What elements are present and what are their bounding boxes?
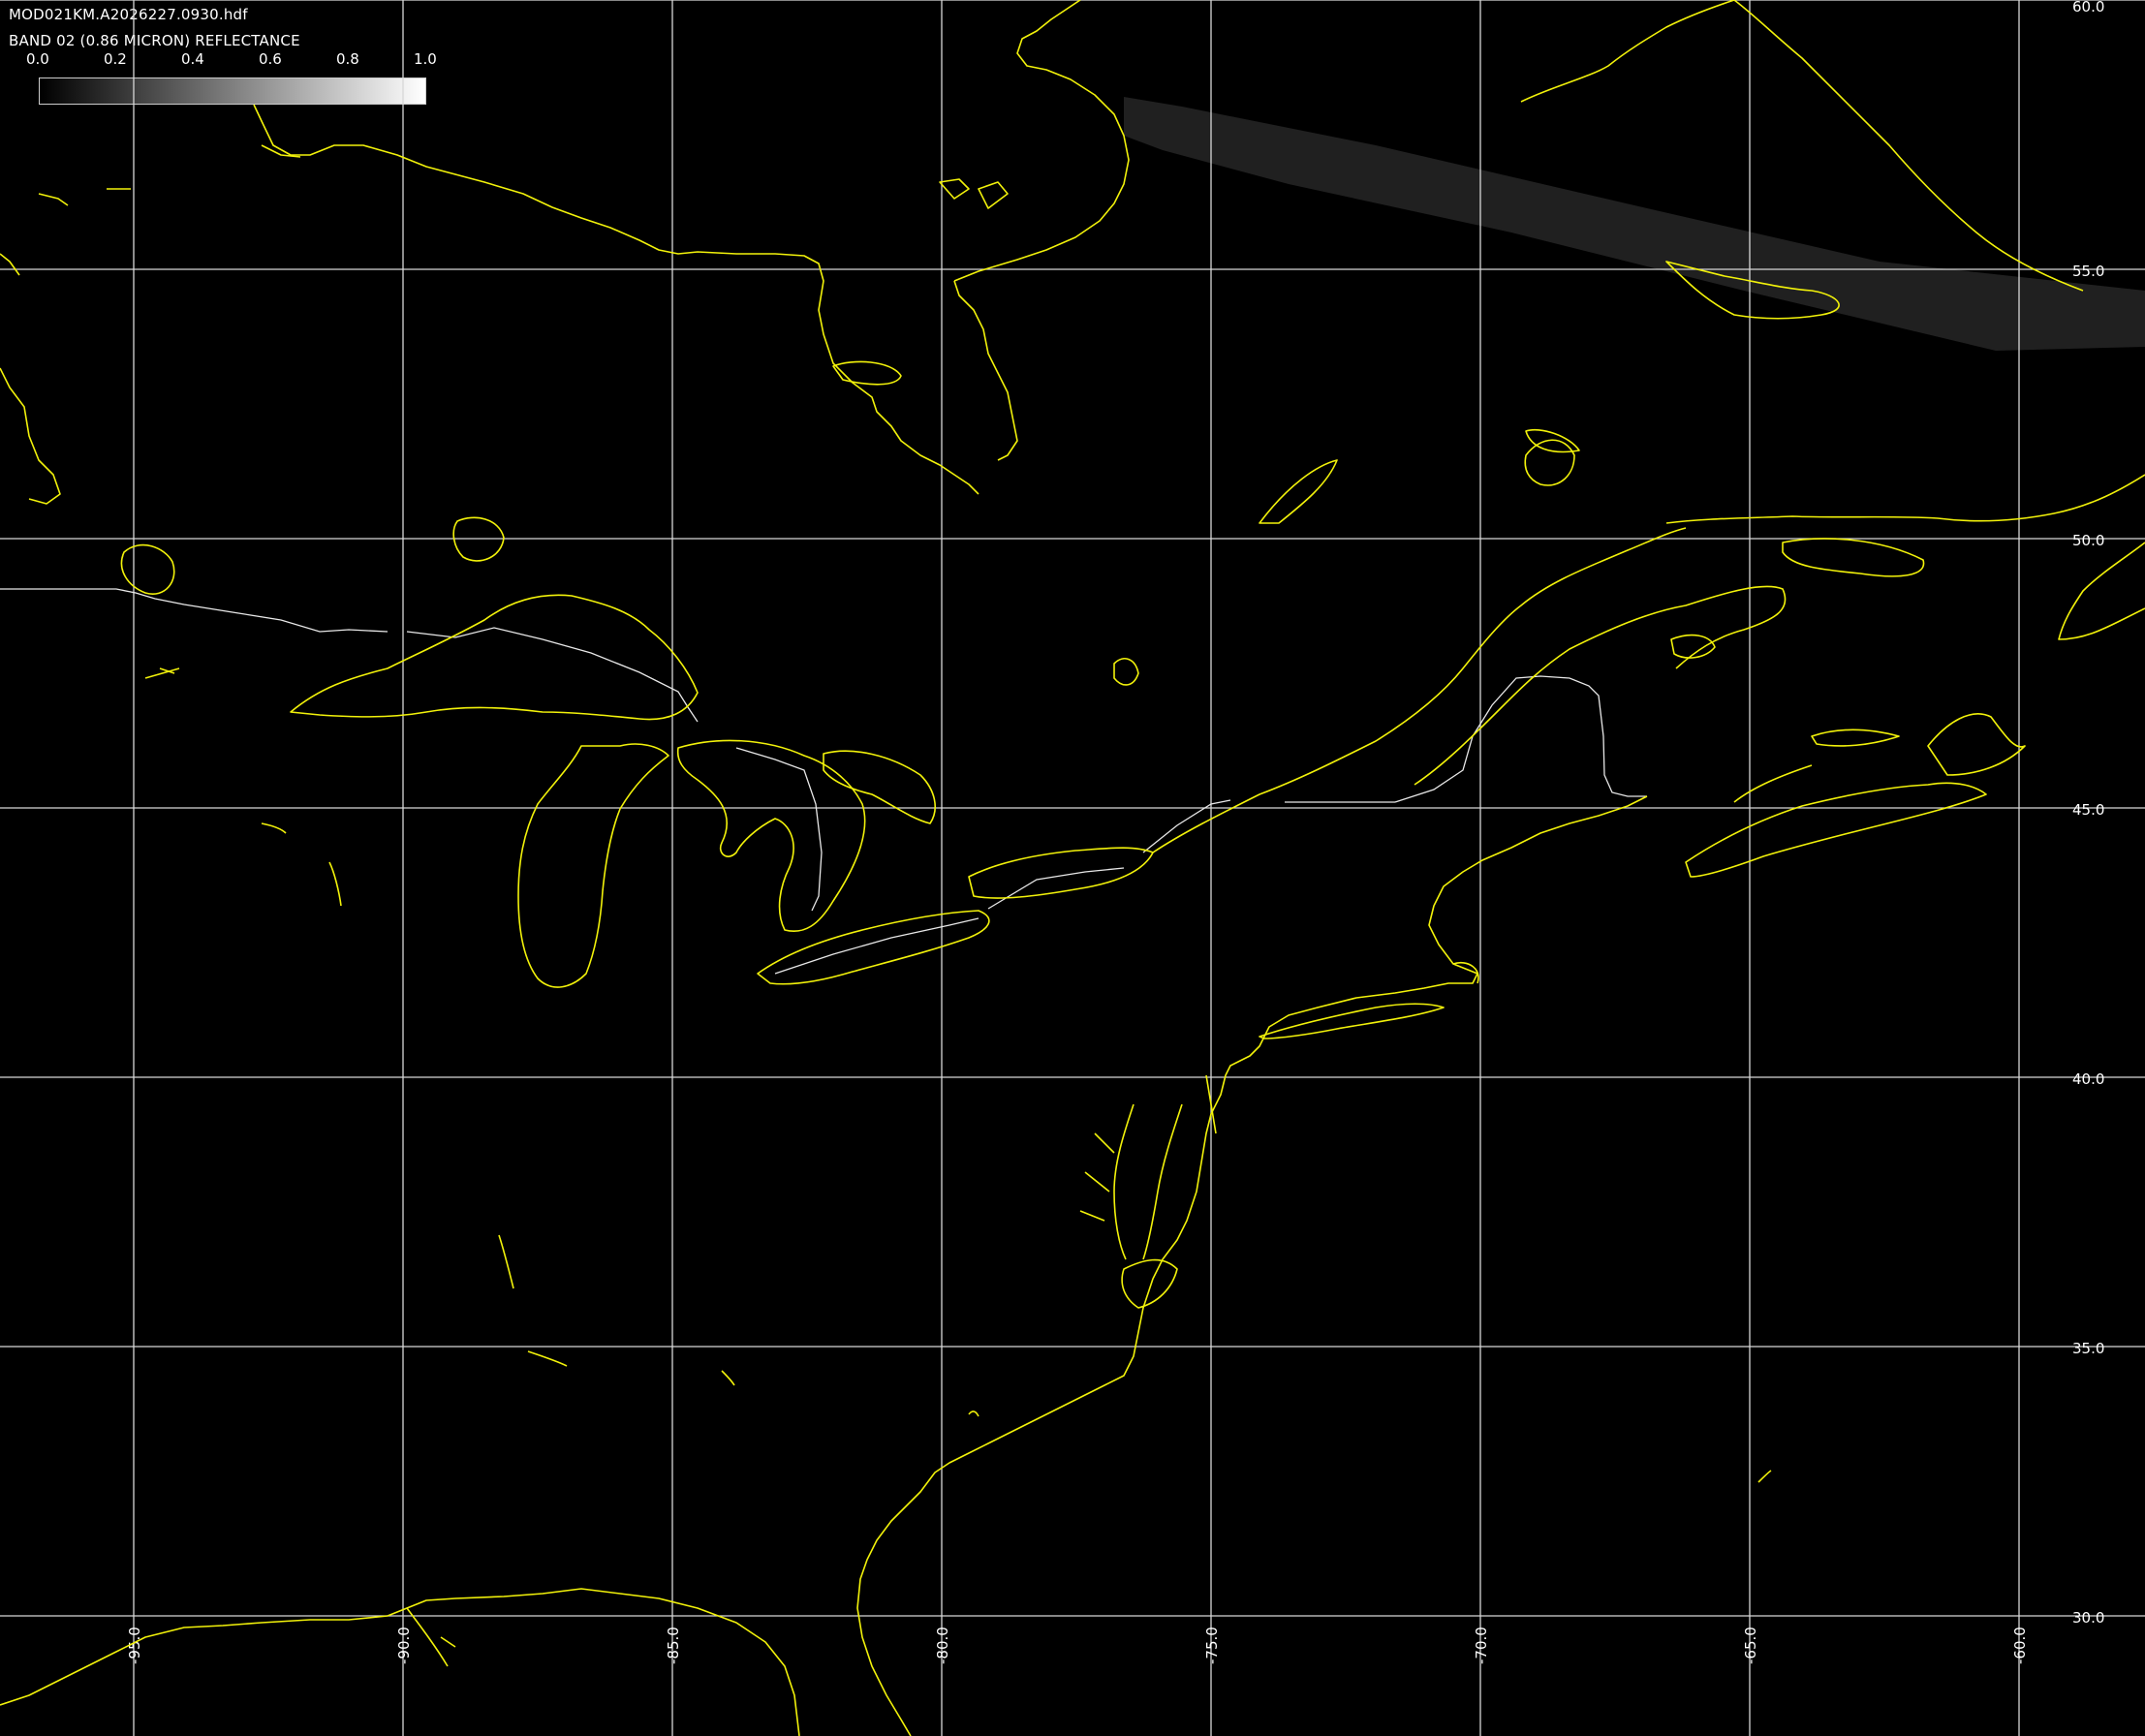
latitude-label: 50.0	[2072, 532, 2104, 549]
anticosti-island	[1782, 538, 1925, 577]
satellite-swath	[1124, 97, 2145, 351]
small-island	[1757, 1470, 1772, 1483]
james-bay-east	[953, 280, 1018, 461]
gaspe-peninsula	[1414, 585, 1787, 786]
lake-michigan	[517, 743, 669, 988]
latitude-label: 45.0	[2072, 801, 2104, 819]
james-bay-coast	[953, 0, 1130, 282]
longitude-label: -60.0	[2011, 1627, 2029, 1664]
hudson-bay-coast	[0, 253, 20, 276]
latitude-label: 55.0	[2072, 263, 2104, 280]
longitude-label: -90.0	[395, 1627, 413, 1664]
us-canada-border-west	[0, 588, 389, 633]
longitude-label: -75.0	[1203, 1627, 1221, 1664]
us-east-coast	[856, 795, 1648, 1736]
ungava-bay	[1520, 0, 1735, 103]
bay-islands	[939, 178, 970, 200]
nfld-coast	[2058, 542, 2145, 640]
lake-winnipeg-fragment	[0, 367, 61, 505]
lake-ontario-border	[987, 867, 1125, 910]
lake-huron-border	[735, 747, 823, 912]
manicouagan-reservoir	[1524, 439, 1575, 486]
maine-border	[1394, 675, 1647, 803]
pei	[1811, 728, 1900, 747]
latitude-label: 30.0	[2072, 1609, 2104, 1627]
lake-superior-border	[406, 627, 699, 723]
lake-okeechobee	[968, 1410, 979, 1417]
hudson-bay-coast	[253, 104, 979, 495]
latitude-label: 60.0	[2072, 0, 2104, 16]
nova-scotia	[1685, 782, 1987, 878]
lake-small	[721, 1370, 735, 1386]
satellite-map[interactable]: 60.055.050.045.040.035.030.0-95.0 -90.0 -8…	[0, 0, 2145, 1736]
quebec-lake	[1259, 459, 1338, 524]
lake-erie	[757, 910, 990, 985]
latitude-label: 35.0	[2072, 1340, 2104, 1357]
longitude-label: -65.0	[1742, 1627, 1759, 1664]
latitude-label: 40.0	[2072, 1070, 2104, 1088]
lake-of-the-woods	[120, 543, 175, 595]
georgian-bay	[823, 750, 936, 824]
mississippi-delta	[406, 1607, 456, 1667]
lake-small	[527, 1350, 568, 1367]
longitude-label: -80.0	[934, 1627, 951, 1664]
lake-ontario	[968, 847, 1154, 899]
st-lawrence-north-shore	[1152, 527, 1687, 853]
lake-huron	[676, 739, 866, 932]
bay-islands	[978, 181, 1009, 209]
lake-small	[261, 822, 287, 834]
quebec-north-shore	[1665, 474, 2145, 524]
lake-small	[328, 861, 342, 907]
longitude-label: -85.0	[665, 1627, 682, 1664]
lake-small	[144, 667, 180, 679]
cape-breton	[1927, 713, 2026, 776]
hudson-islands	[38, 144, 301, 206]
pamlico-sound	[1121, 1258, 1178, 1309]
long-island	[1259, 1003, 1445, 1039]
bay-of-fundy	[1733, 764, 1813, 803]
chesapeake-bay	[1079, 1103, 1183, 1260]
longitude-label: -70.0	[1473, 1627, 1490, 1664]
lake-superior	[290, 594, 699, 721]
lake-nipissing	[1113, 658, 1139, 686]
kentucky-lake	[498, 1234, 514, 1289]
